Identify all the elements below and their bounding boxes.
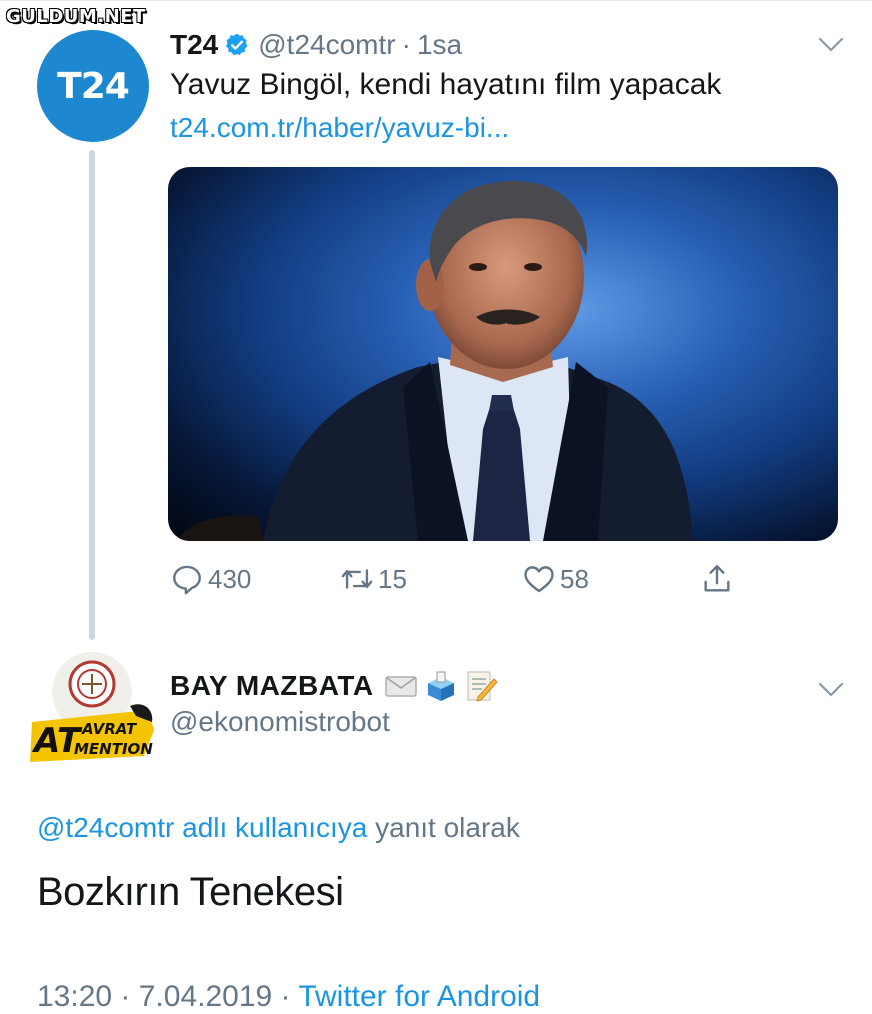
avatar-bay-mazbata[interactable]: AT AVRAT MENTION xyxy=(26,650,158,768)
tweet2-author-name[interactable]: BAY MAZBATA xyxy=(170,670,374,702)
watermark-logo: GULDUM.NET xyxy=(6,6,146,27)
like-button[interactable]: 58 xyxy=(522,558,589,600)
share-button[interactable] xyxy=(700,558,738,600)
avatar-seal-image: AT AVRAT MENTION xyxy=(30,652,154,762)
retweet-count: 15 xyxy=(378,563,407,594)
chevron-down-icon[interactable] xyxy=(818,37,844,53)
share-icon xyxy=(704,565,730,592)
thread-line xyxy=(89,150,95,640)
tweet1-header: T24 @t24comtr · 1sa xyxy=(170,27,462,63)
tweet2-handle[interactable]: @ekonomistrobot xyxy=(170,706,390,738)
reply-to-label: yanıt olarak xyxy=(375,812,520,843)
avatar-text-avrat: AVRAT xyxy=(81,720,138,738)
tweet1-handle[interactable]: @t24comtr xyxy=(258,29,395,61)
tweet2-header: BAY MAZBATA xyxy=(170,666,498,706)
top-divider xyxy=(0,0,872,1)
reply-count: 430 xyxy=(208,563,252,594)
tweet1-link[interactable]: t24.com.tr/haber/yavuz-bi... xyxy=(170,112,509,144)
like-count: 58 xyxy=(560,563,589,594)
retweet-button[interactable]: 15 xyxy=(340,558,407,600)
reply-to-handle-link[interactable]: @t24comtr adlı kullanıcıya xyxy=(37,812,367,843)
envelope-icon xyxy=(384,676,417,697)
avatar-t24[interactable]: T24 xyxy=(37,30,149,142)
avatar-t24-text: T24 xyxy=(57,65,130,107)
tweet2-source-link[interactable]: Twitter for Android xyxy=(298,980,540,1013)
like-icon xyxy=(524,566,554,593)
verified-badge-icon xyxy=(226,33,248,56)
tweet1-time[interactable]: 1sa xyxy=(417,29,462,61)
avatar-text-mention: MENTION xyxy=(74,740,153,758)
portrait-photo xyxy=(178,180,693,541)
reply-context: @t24comtr adlı kullanıcıya yanıt olarak xyxy=(37,812,520,844)
tweet1-author-name[interactable]: T24 xyxy=(170,29,218,61)
tweet1-separator: · xyxy=(401,29,411,60)
tweet1-media-image[interactable] xyxy=(168,167,838,541)
reply-icon xyxy=(173,565,201,595)
chevron-down-icon[interactable] xyxy=(818,682,844,698)
tweet1-text: Yavuz Bingöl, kendi hayatını film yapaca… xyxy=(170,68,722,101)
retweet-icon xyxy=(341,569,373,589)
tweet2-meta: 13:20 · 7.04.2019 · Twitter for Android xyxy=(37,980,540,1014)
tweet1-actions: 430 15 58 xyxy=(170,558,770,600)
reply-button[interactable]: 430 xyxy=(170,558,251,600)
memo-icon xyxy=(467,671,498,702)
tweet2-text: Bozkırın Tenekesi xyxy=(37,870,344,914)
tweet2-timestamp[interactable]: 13:20 · 7.04.2019 · xyxy=(37,980,291,1013)
ballot-box-icon xyxy=(427,671,454,701)
